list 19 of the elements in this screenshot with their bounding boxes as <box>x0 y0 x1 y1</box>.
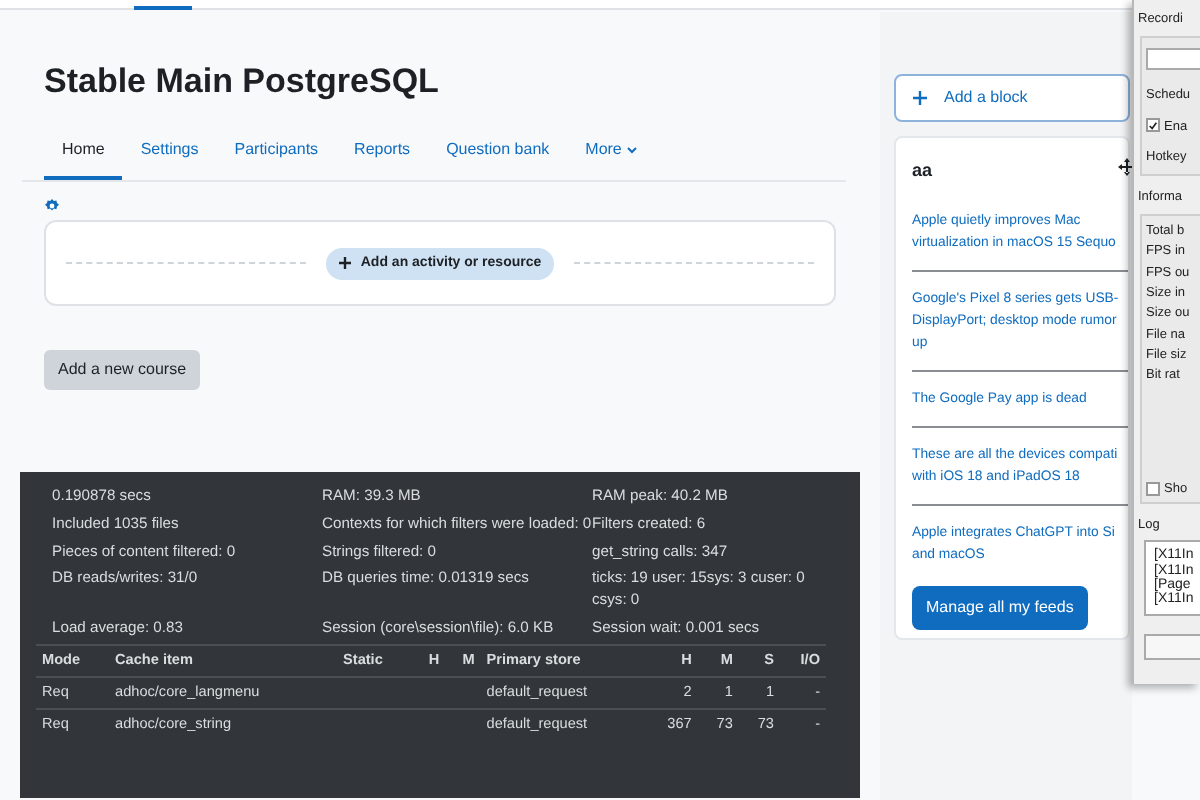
nav-indicator <box>134 6 192 10</box>
text-field[interactable] <box>1146 47 1200 70</box>
manage-feeds-button[interactable]: Manage all my feeds <box>912 585 1088 630</box>
course-tab[interactable]: More <box>567 122 656 181</box>
course-tab[interactable]: Question bank <box>428 122 568 181</box>
course-tab[interactable]: Home <box>44 122 123 181</box>
plus-icon <box>912 90 928 106</box>
chevron-down-icon <box>625 146 638 155</box>
add-block-button[interactable]: Add a block <box>894 74 1130 122</box>
move-icon[interactable] <box>1118 158 1136 176</box>
settings-icon[interactable] <box>44 198 60 215</box>
block-title: aa <box>912 158 933 184</box>
course-tab[interactable]: Participants <box>216 122 337 181</box>
course-tab[interactable]: Settings <box>122 122 217 181</box>
plus-icon <box>338 256 353 271</box>
course-tab[interactable]: Reports <box>336 122 429 181</box>
checkbox[interactable] <box>1146 118 1160 133</box>
course-title: Stable Main PostgreSQL <box>44 62 441 103</box>
add-course-button[interactable]: Add a new course <box>44 350 201 391</box>
